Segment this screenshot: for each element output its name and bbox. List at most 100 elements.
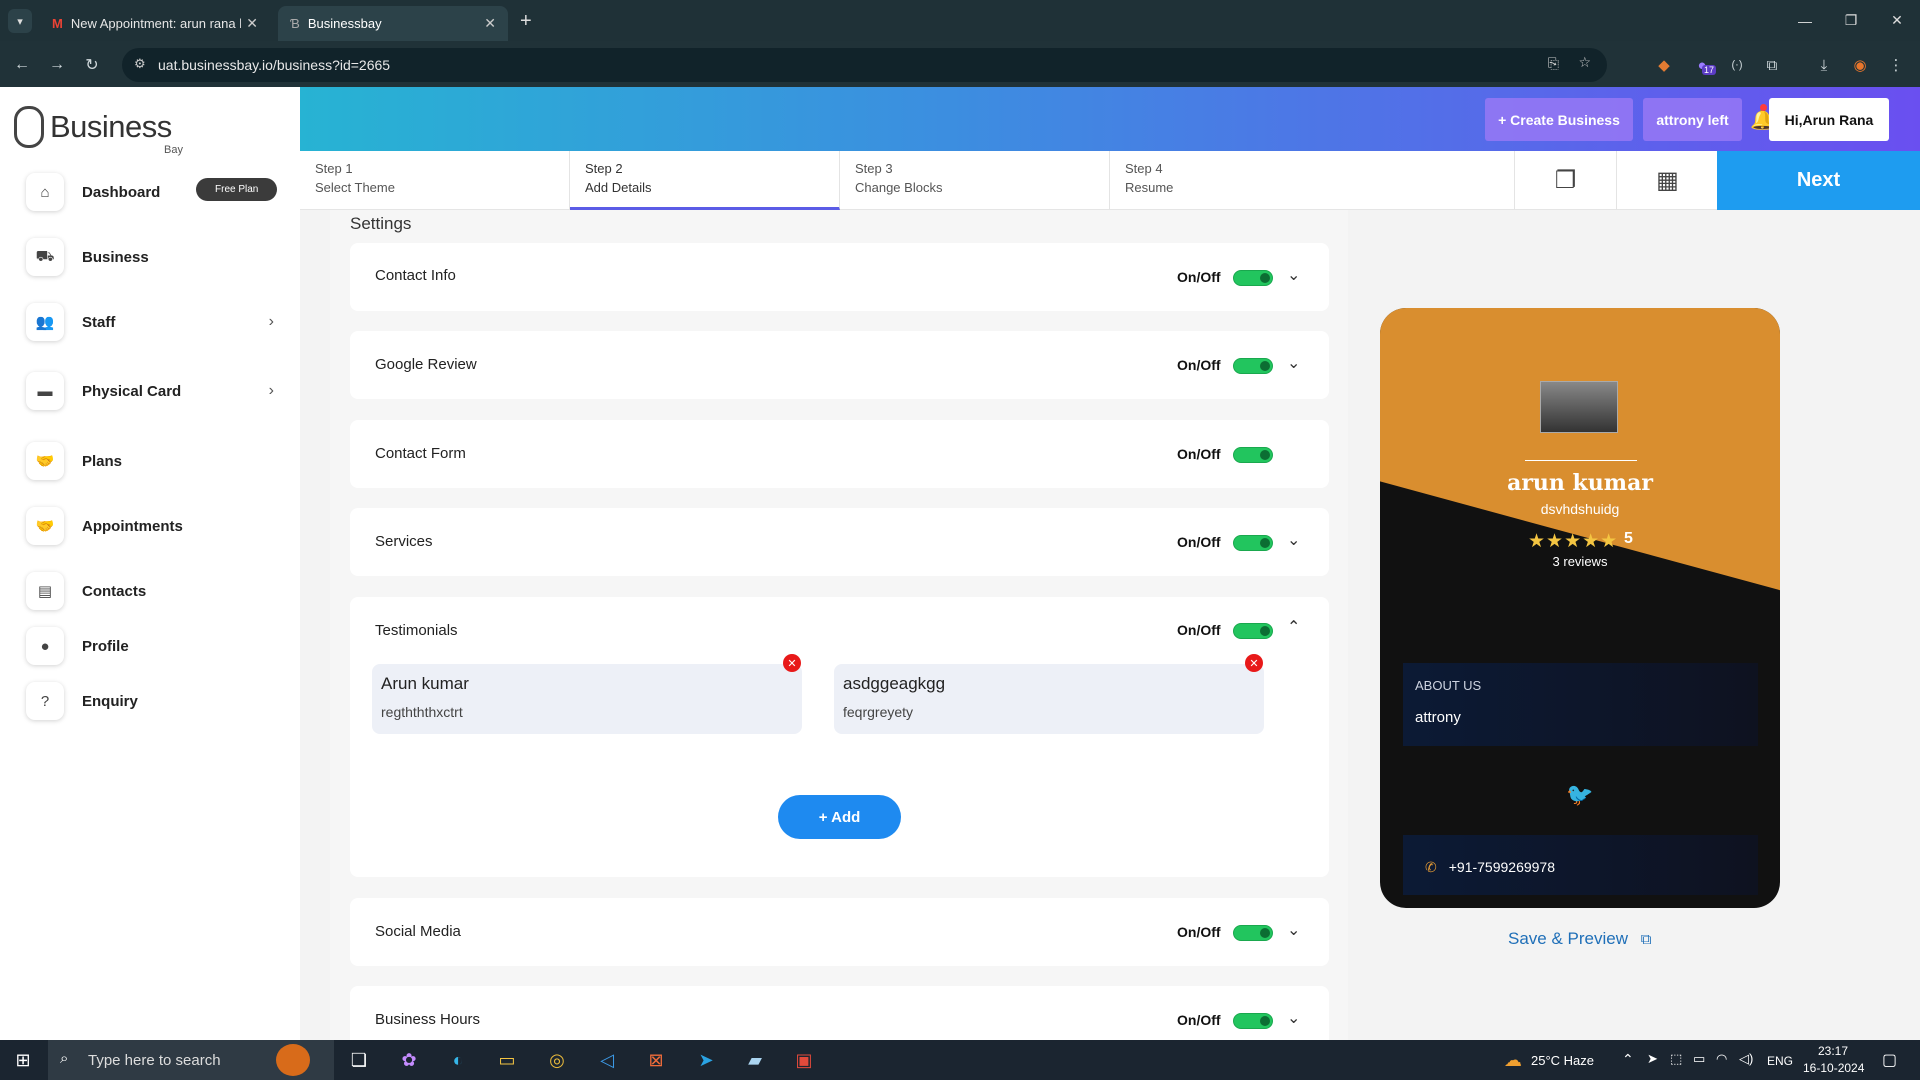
language-indicator[interactable]: ENG — [1767, 1054, 1793, 1068]
sidebar-item-contacts[interactable]: ▤ Contacts — [26, 571, 286, 611]
download-icon[interactable]: ⤓ — [1812, 53, 1836, 77]
chevron-down-icon[interactable]: ⌄ — [1287, 353, 1300, 373]
tray-icon[interactable]: ⬚ — [1670, 1051, 1682, 1067]
chevron-down-icon[interactable]: ⌄ — [1287, 1008, 1300, 1028]
bookmark-star-icon[interactable]: ☆ — [1578, 54, 1591, 71]
chevron-down-icon[interactable]: ⌄ — [1287, 920, 1300, 940]
delete-testimonial-icon[interactable]: ✕ — [783, 654, 801, 672]
toggle-switch[interactable] — [1233, 270, 1273, 286]
section-services[interactable]: Services On/Off ⌄ — [350, 508, 1329, 576]
extension-icon[interactable]: ● 17 — [1690, 53, 1717, 77]
clock-time[interactable]: 23:17 — [1818, 1044, 1848, 1058]
tab-search-icon[interactable]: ▾ — [8, 9, 32, 33]
copilot-icon[interactable]: ✿ — [394, 1046, 424, 1074]
chevron-up-icon[interactable]: ⌃ — [1287, 617, 1300, 637]
profile-avatar-icon[interactable]: ◉ — [1848, 53, 1872, 77]
file-explorer-icon[interactable]: ▭ — [492, 1046, 522, 1074]
site-info-icon[interactable]: ⚙ — [134, 56, 146, 72]
restore-icon[interactable]: ❐ — [1828, 0, 1874, 41]
section-contact-info[interactable]: Contact Info On/Off ⌄ — [350, 243, 1329, 311]
volume-icon[interactable]: ◁) — [1739, 1051, 1753, 1067]
notepad-icon[interactable]: ▰ — [740, 1046, 770, 1074]
close-tab-icon[interactable]: ✕ — [484, 15, 496, 32]
step-add-details[interactable]: Step 2 Add Details — [570, 151, 840, 210]
sidebar-item-enquiry[interactable]: ? Enquiry — [26, 681, 286, 721]
step-change-blocks[interactable]: Step 3 Change Blocks — [840, 151, 1110, 210]
toggle-switch[interactable] — [1233, 623, 1273, 639]
section-title: Testimonials — [375, 622, 458, 639]
user-menu-button[interactable]: Hi,Arun Rana — [1769, 98, 1889, 141]
windows-start-icon[interactable]: ⊞ — [8, 1046, 38, 1074]
vscode-icon[interactable]: ◁ — [592, 1046, 622, 1074]
step-resume[interactable]: Step 4 Resume — [1110, 151, 1515, 210]
section-social-media[interactable]: Social Media On/Off ⌄ — [350, 898, 1329, 966]
qr-code-icon[interactable]: ▦ — [1617, 151, 1719, 210]
save-preview-link[interactable]: Save & Preview ⧉ — [1508, 929, 1651, 949]
sidebar-item-appointments[interactable]: 🤝 Appointments — [26, 506, 286, 546]
new-tab-icon[interactable]: + — [520, 10, 532, 33]
xampp-icon[interactable]: ⊠ — [641, 1046, 671, 1074]
attrony-left-button[interactable]: attrony left — [1643, 98, 1742, 141]
chevron-down-icon[interactable]: ⌄ — [1287, 530, 1300, 550]
rating-stars-icon: ★★★★★ — [1528, 531, 1619, 552]
battery-icon[interactable]: ▭ — [1693, 1051, 1705, 1067]
reload-icon[interactable]: ↻ — [80, 53, 104, 77]
wifi-icon[interactable]: ◠ — [1716, 1051, 1727, 1067]
chevron-down-icon[interactable]: ⌄ — [1287, 265, 1300, 285]
sidebar-item-label: Plans — [82, 452, 123, 470]
edge-browser-icon[interactable]: ◐ — [443, 1046, 473, 1074]
testimonial-card[interactable]: Arun kumar regthththxctrt ✕ — [372, 654, 802, 734]
section-google-review[interactable]: Google Review On/Off ⌄ — [350, 331, 1329, 399]
testimonial-text: regthththxctrt — [381, 704, 463, 720]
toggle-switch[interactable] — [1233, 447, 1273, 463]
next-button[interactable]: Next — [1717, 151, 1920, 210]
section-title: Services — [375, 533, 433, 550]
twitter-icon[interactable]: 🐦 — [1566, 782, 1593, 808]
toggle-switch[interactable] — [1233, 925, 1273, 941]
add-testimonial-button[interactable]: + Add — [778, 795, 901, 839]
minimize-icon[interactable]: — — [1782, 0, 1828, 41]
url-field[interactable]: ⚙ uat.businessbay.io/business?id=2665 ⎘ … — [122, 48, 1607, 82]
clock-date[interactable]: 16-10-2024 — [1803, 1061, 1864, 1075]
close-window-icon[interactable]: ✕ — [1874, 0, 1920, 41]
taskbar-search-box[interactable]: ⌕ Type here to search — [48, 1040, 334, 1080]
install-app-icon[interactable]: ⎘ — [1548, 55, 1559, 72]
onoff-label: On/Off — [1177, 534, 1221, 550]
sidebar-item-dashboard[interactable]: ⌂ Dashboard Free Plan — [26, 172, 286, 212]
step-select-theme[interactable]: Step 1 Select Theme — [300, 151, 570, 210]
sidebar-item-physical-card[interactable]: ▬ Physical Card › — [26, 371, 286, 411]
menu-kebab-icon[interactable]: ⋮ — [1884, 53, 1908, 77]
app-icon[interactable]: ▣ — [789, 1046, 819, 1074]
sidebar-item-staff[interactable]: 👥 Staff › — [26, 302, 286, 342]
sidebar-item-plans[interactable]: 🤝 Plans — [26, 441, 286, 481]
home-icon: ⌂ — [26, 173, 64, 211]
toggle-switch[interactable] — [1233, 535, 1273, 551]
show-hidden-icons[interactable]: ⌃ — [1622, 1051, 1634, 1068]
extensions-puzzle-icon[interactable]: ⧉ — [1760, 53, 1784, 77]
tab-businessbay[interactable]: Ɓ Businessbay ✕ — [278, 6, 508, 41]
delete-testimonial-icon[interactable]: ✕ — [1245, 654, 1263, 672]
copy-icon[interactable]: ❐ — [1515, 151, 1617, 210]
task-view-icon[interactable]: ❏ — [344, 1046, 374, 1074]
extension-icon[interactable]: (·) — [1725, 53, 1749, 77]
sidebar-item-business[interactable]: ⛟ Business — [26, 237, 286, 277]
create-business-button[interactable]: + Create Business — [1485, 98, 1633, 141]
business-card-preview: arun kumar dsvhdshuidg ★★★★★ 5 3 reviews… — [1380, 308, 1780, 908]
metamask-extension-icon[interactable]: ◆ — [1652, 53, 1676, 77]
section-business-hours[interactable]: Business Hours On/Off ⌄ — [350, 986, 1329, 1040]
chrome-browser-icon[interactable]: ◎ — [542, 1046, 572, 1074]
close-tab-icon[interactable]: ✕ — [246, 15, 258, 32]
toggle-switch[interactable] — [1233, 358, 1273, 374]
tab-gmail[interactable]: M New Appointment: arun rana h ✕ — [40, 6, 270, 41]
back-icon[interactable]: ← — [10, 53, 34, 77]
business-bay-logo[interactable]: Business Bay — [14, 106, 183, 156]
sidebar-item-profile[interactable]: ● Profile — [26, 626, 286, 666]
testimonial-card[interactable]: asdggeagkgg feqrgreyety ✕ — [834, 654, 1264, 734]
forward-icon[interactable]: → — [45, 53, 69, 77]
wizard-steps: Step 1 Select Theme Step 2 Add Details S… — [300, 151, 1920, 210]
telegram-icon[interactable]: ➤ — [691, 1046, 721, 1074]
section-contact-form[interactable]: Contact Form On/Off — [350, 420, 1329, 488]
notifications-icon[interactable]: ▢ — [1882, 1050, 1897, 1070]
telegram-tray-icon[interactable]: ➤ — [1647, 1051, 1658, 1067]
toggle-switch[interactable] — [1233, 1013, 1273, 1029]
